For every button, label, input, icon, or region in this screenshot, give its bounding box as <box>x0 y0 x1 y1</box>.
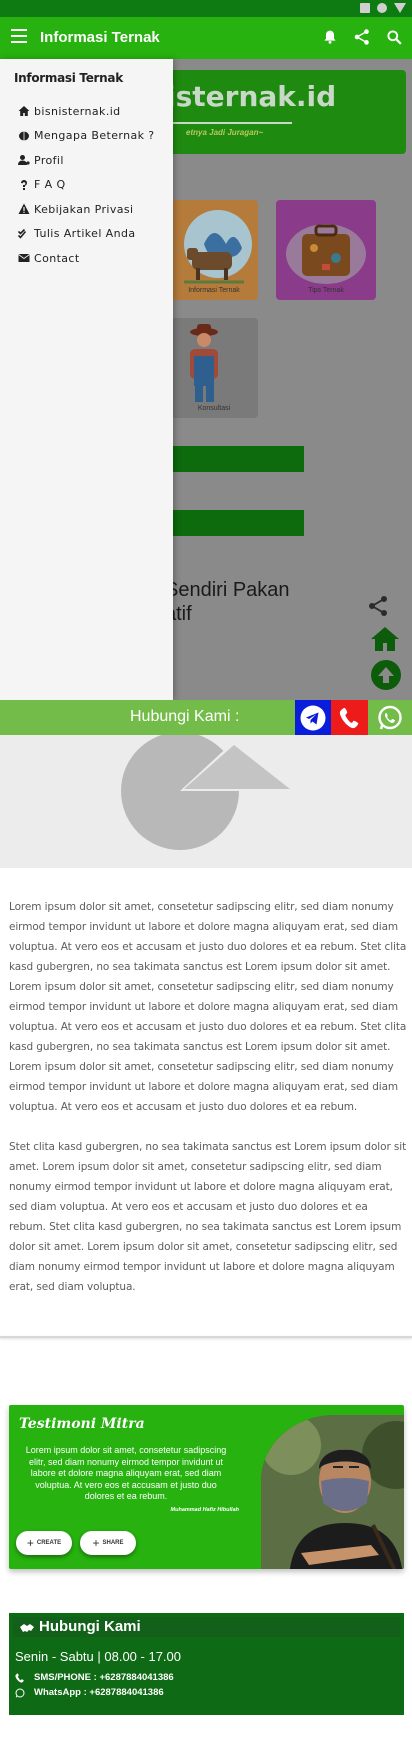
question-icon <box>20 179 27 190</box>
drawer-item-mengapa-beternak[interactable]: Mengapa Beternak ? <box>18 124 155 149</box>
whatsapp-icon <box>378 705 402 729</box>
article-paragraph: Lorem ipsum dolor sit amet, consetetur s… <box>9 901 407 1113</box>
create-button[interactable]: + CREATE <box>16 1531 72 1555</box>
dimmed-article-title: Sendiri Pakan atif <box>165 579 290 625</box>
wifi-icon <box>394 3 406 13</box>
check-double-icon <box>18 228 27 239</box>
drawer-item-label: Contact <box>34 251 80 265</box>
drawer-item-label: Kebijakan Privasi <box>34 202 134 216</box>
status-bar <box>0 0 412 17</box>
page: Informasi Ternak isternak.id etnya Jadi … <box>0 0 412 1757</box>
tile-label: Konsultasi <box>197 405 231 412</box>
contact-bar-label: Hubungi Kami : <box>130 708 240 725</box>
user-gear-icon <box>18 155 30 166</box>
testimoni-card: Testimoni Mitra Lorem ipsum dolor sit am… <box>9 1405 404 1569</box>
footer-title: Hubungi Kami <box>39 1618 141 1635</box>
scroll-up-icon[interactable] <box>371 660 401 690</box>
drawer-item-kebijakan-privasi[interactable]: Kebijakan Privasi <box>18 197 155 222</box>
dimmed-green-button[interactable] <box>164 446 304 472</box>
search-icon[interactable] <box>384 27 404 47</box>
office-hours: Senin - Sabtu | 08.00 - 17.00 <box>15 1649 181 1664</box>
tile-label: Informasi Ternak <box>188 287 240 294</box>
warning-icon <box>18 203 30 215</box>
share-icon[interactable] <box>366 594 390 618</box>
testimoni-quote: Lorem ipsum dolor sit amet, consetetur s… <box>25 1445 227 1501</box>
menu-icon[interactable] <box>11 29 27 43</box>
footer-sms-phone[interactable]: SMS/PHONE : +6287884041386 <box>15 1672 174 1683</box>
phone-icon <box>339 707 358 728</box>
testimoni-title: Testimoni Mitra <box>19 1416 145 1432</box>
cow-illustration <box>184 210 252 284</box>
app-bar: Informasi Ternak <box>0 17 412 59</box>
drawer-item-label: Tulis Artikel Anda <box>34 227 136 241</box>
home-icon <box>18 106 30 117</box>
handshake-icon <box>20 1624 34 1632</box>
brain-icon <box>19 131 29 141</box>
tile-informasi-ternak[interactable]: Informasi Ternak <box>170 200 258 300</box>
image-placeholder-icon <box>121 732 294 850</box>
drawer-item-label: F A Q <box>34 178 66 192</box>
app-title: Informasi Ternak <box>40 29 160 46</box>
telegram-button[interactable] <box>295 700 331 735</box>
envelope-icon <box>18 254 30 263</box>
drawer-item-label: Mengapa Beternak ? <box>34 129 155 143</box>
farmer-illustration <box>190 324 218 402</box>
telegram-icon <box>300 705 326 730</box>
article-paragraph: Stet clita kasd gubergren, no sea takima… <box>9 1141 407 1293</box>
hero-banner: isternak.id etnya Jadi Juragan~ <box>162 70 406 154</box>
suitcase-illustration <box>286 224 366 284</box>
testimoni-photo <box>261 1415 404 1569</box>
testimoni-author: Muhammad Hafiz Hibullah <box>170 1507 239 1513</box>
home-icon[interactable] <box>370 626 400 652</box>
footer-whatsapp[interactable]: WhatsApp : +6287884041386 <box>15 1687 164 1698</box>
drawer-item-contact[interactable]: Contact <box>18 246 155 271</box>
drawer-item-label: Profil <box>34 153 64 167</box>
whatsapp-button[interactable] <box>368 700 412 735</box>
hero-title: isternak.id <box>166 80 337 113</box>
article-image-placeholder <box>0 732 412 868</box>
phone-icon <box>15 1672 24 1683</box>
dimmed-green-button[interactable] <box>164 510 304 536</box>
signal-icon <box>377 3 387 13</box>
drawer-item-tulis-artikel[interactable]: Tulis Artikel Anda <box>18 222 155 247</box>
drawer-item-faq[interactable]: F A Q <box>18 173 155 198</box>
plus-icon: + <box>92 1536 100 1550</box>
share-icon[interactable] <box>352 27 372 47</box>
navigation-drawer: Informasi Ternak bisnisternak.id Mengapa… <box>0 59 173 701</box>
contact-bar: Hubungi Kami : <box>0 700 412 735</box>
divider <box>0 1336 412 1338</box>
tile-label: Tips Ternak <box>308 287 344 294</box>
share-button[interactable]: + SHARE <box>80 1531 136 1555</box>
hero-subtitle: etnya Jadi Juragan~ <box>186 128 264 137</box>
plus-icon: + <box>26 1536 34 1550</box>
whatsapp-icon <box>15 1687 25 1698</box>
bell-icon[interactable] <box>320 27 340 47</box>
drawer-title: Informasi Ternak <box>14 71 123 85</box>
tile-tips-ternak[interactable]: Tips Ternak <box>276 200 376 300</box>
drawer-item-label: bisnisternak.id <box>34 104 121 118</box>
battery-icon <box>360 3 370 13</box>
phone-button[interactable] <box>331 700 368 735</box>
tile-konsultasi[interactable]: Konsultasi <box>170 318 258 418</box>
footer-contact: Hubungi Kami Senin - Sabtu | 08.00 - 17.… <box>9 1613 404 1715</box>
drawer-item-home[interactable]: bisnisternak.id <box>18 99 155 124</box>
drawer-item-profil[interactable]: Profil <box>18 148 155 173</box>
